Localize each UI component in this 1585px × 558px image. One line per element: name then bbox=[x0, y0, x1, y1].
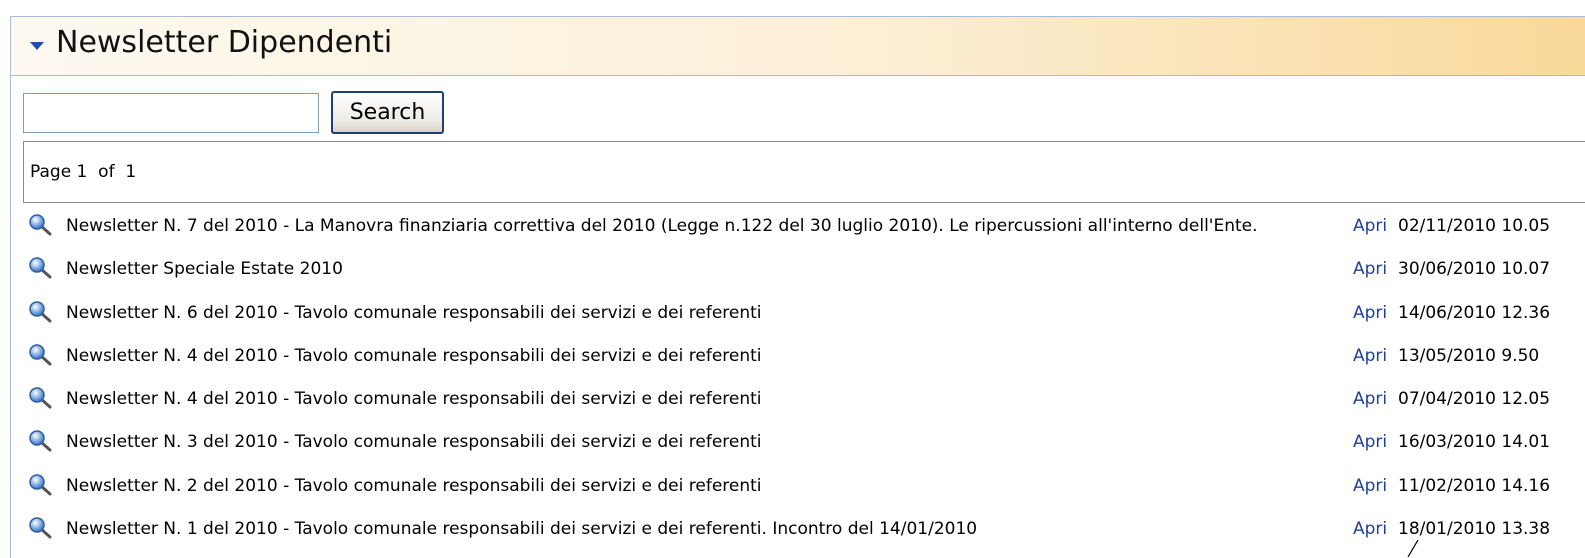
list-item-title: Newsletter Speciale Estate 2010 bbox=[66, 259, 343, 279]
search-icon[interactable] bbox=[28, 386, 54, 410]
list-item-date: 02/11/2010 10.05 bbox=[1398, 216, 1551, 236]
search-icon[interactable] bbox=[28, 473, 54, 497]
search-icon[interactable] bbox=[28, 343, 54, 367]
list-item: Newsletter N. 1 del 2010 - Tavolo comuna… bbox=[11, 509, 1585, 549]
search-icon[interactable] bbox=[28, 516, 54, 540]
top-strip bbox=[0, 0, 1585, 16]
list-item-title: Newsletter N. 1 del 2010 - Tavolo comuna… bbox=[66, 519, 978, 539]
search-button[interactable]: Search bbox=[331, 91, 444, 134]
panel-header: Newsletter Dipendenti bbox=[11, 17, 1585, 76]
list-item-title: Newsletter N. 4 del 2010 - Tavolo comuna… bbox=[66, 389, 762, 409]
open-link[interactable]: Apri bbox=[1353, 432, 1387, 452]
search-icon[interactable] bbox=[28, 300, 54, 324]
open-link[interactable]: Apri bbox=[1353, 303, 1387, 323]
newsletter-panel: Newsletter Dipendenti Search Page 1 of 1… bbox=[10, 16, 1585, 558]
list-item: Newsletter Speciale Estate 2010 Apri 30/… bbox=[11, 249, 1585, 289]
list-item-date: 30/06/2010 10.07 bbox=[1398, 259, 1551, 279]
triangle-down-icon[interactable] bbox=[30, 42, 44, 50]
search-icon[interactable] bbox=[28, 256, 54, 280]
pen-annotation-mark bbox=[1407, 540, 1419, 557]
pager-text: Page 1 of 1 bbox=[30, 162, 137, 182]
list-item-title: Newsletter N. 2 del 2010 - Tavolo comuna… bbox=[66, 476, 762, 496]
list-item-date: 16/03/2010 14.01 bbox=[1398, 432, 1551, 452]
list-item-date: 14/06/2010 12.36 bbox=[1398, 303, 1551, 323]
list-item-date: 07/04/2010 12.05 bbox=[1398, 389, 1551, 409]
search-icon[interactable] bbox=[28, 429, 54, 453]
list-item: Newsletter N. 4 del 2010 - Tavolo comuna… bbox=[11, 379, 1585, 419]
page-title: Newsletter Dipendenti bbox=[56, 25, 393, 60]
open-link[interactable]: Apri bbox=[1353, 519, 1387, 539]
list-item: Newsletter N. 2 del 2010 - Tavolo comuna… bbox=[11, 466, 1585, 506]
list-item-title: Newsletter N. 6 del 2010 - Tavolo comuna… bbox=[66, 303, 762, 323]
list-item-date: 13/05/2010 9.50 bbox=[1398, 346, 1540, 366]
list-item: Newsletter N. 6 del 2010 - Tavolo comuna… bbox=[11, 293, 1585, 333]
pager: Page 1 of 1 bbox=[23, 141, 1585, 203]
list-item-title: Newsletter N. 4 del 2010 - Tavolo comuna… bbox=[66, 346, 762, 366]
open-link[interactable]: Apri bbox=[1353, 216, 1387, 236]
list-item-title: Newsletter N. 7 del 2010 - La Manovra fi… bbox=[66, 216, 1258, 236]
open-link[interactable]: Apri bbox=[1353, 259, 1387, 279]
search-input[interactable] bbox=[23, 93, 319, 133]
open-link[interactable]: Apri bbox=[1353, 346, 1387, 366]
open-link[interactable]: Apri bbox=[1353, 476, 1387, 496]
search-icon[interactable] bbox=[28, 213, 54, 237]
list-item: Newsletter N. 7 del 2010 - La Manovra fi… bbox=[11, 206, 1585, 246]
list-item-date: 18/01/2010 13.38 bbox=[1398, 519, 1551, 539]
list-item-title: Newsletter N. 3 del 2010 - Tavolo comuna… bbox=[66, 432, 762, 452]
list-item: Newsletter N. 4 del 2010 - Tavolo comuna… bbox=[11, 336, 1585, 376]
list-item-date: 11/02/2010 14.16 bbox=[1398, 476, 1551, 496]
open-link[interactable]: Apri bbox=[1353, 389, 1387, 409]
list-item: Newsletter N. 3 del 2010 - Tavolo comuna… bbox=[11, 422, 1585, 462]
